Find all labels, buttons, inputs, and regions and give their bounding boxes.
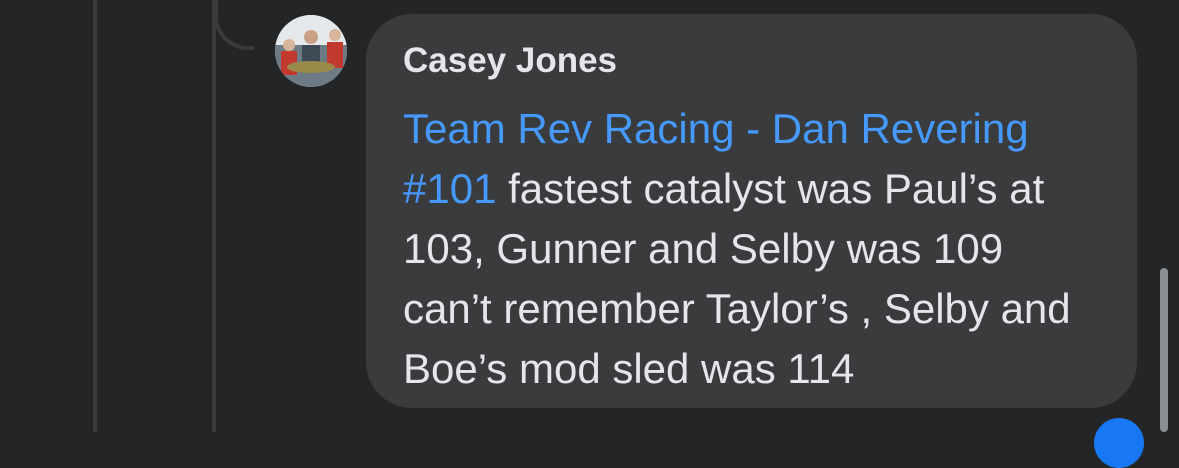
comment-author[interactable]: Casey Jones [403, 39, 1101, 83]
avatar-photo [275, 15, 347, 87]
thread-line-outer [93, 0, 97, 432]
comment-text: fastest catalyst was Paul’s at 103, Gunn… [403, 165, 1071, 392]
thread-line-inner [212, 0, 216, 432]
reply-connector [214, 0, 254, 50]
reaction-icon[interactable] [1094, 418, 1144, 468]
avatar[interactable] [275, 15, 347, 87]
comment-bubble: Casey Jones Team Rev Racing - Dan Reveri… [366, 14, 1137, 408]
comment-body: Team Rev Racing - Dan Revering #101 fast… [403, 99, 1101, 399]
scrollbar[interactable] [1160, 268, 1168, 432]
